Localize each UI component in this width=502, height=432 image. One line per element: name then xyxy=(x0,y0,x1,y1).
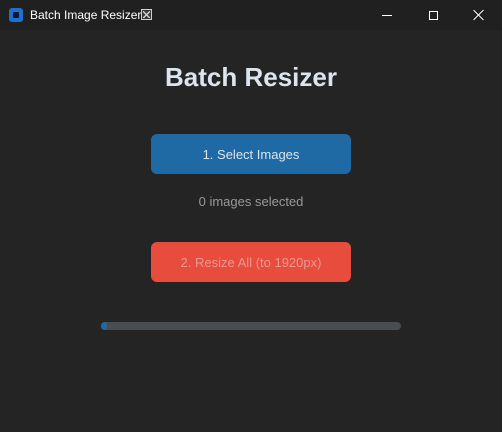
progress-bar xyxy=(101,322,401,330)
close-button[interactable] xyxy=(456,0,502,30)
close-icon xyxy=(473,9,485,21)
minimize-icon xyxy=(382,14,392,16)
progress-bar-fill xyxy=(101,322,107,330)
app-icon xyxy=(9,8,23,22)
title-bar[interactable]: Batch Image Resizer xyxy=(0,0,502,30)
page-title: Batch Resizer xyxy=(165,62,337,92)
minimize-button[interactable] xyxy=(364,0,410,30)
maximize-icon xyxy=(428,10,438,20)
image-frame-icon xyxy=(141,9,152,20)
app-window: Batch Image Resizer Batch Resizer 1. Sel… xyxy=(0,0,502,432)
select-images-button[interactable]: 1. Select Images xyxy=(151,134,351,174)
resize-all-button[interactable]: 2. Resize All (to 1920px) xyxy=(151,242,351,282)
maximize-button[interactable] xyxy=(410,0,456,30)
window-title: Batch Image Resizer xyxy=(30,8,142,22)
selection-count-label: 0 images selected xyxy=(198,194,304,209)
